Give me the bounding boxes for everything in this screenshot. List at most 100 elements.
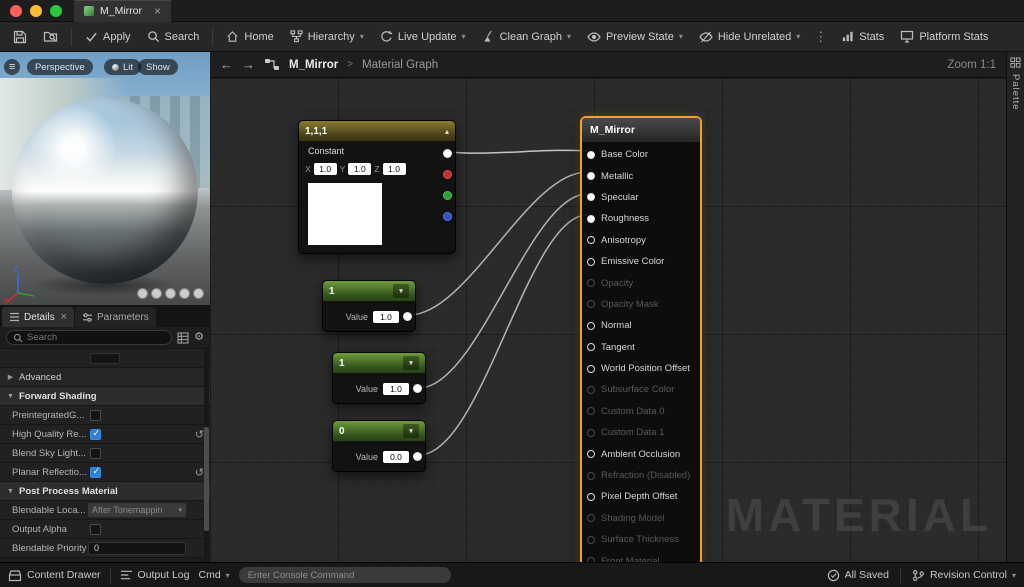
material-input-pin[interactable]: Roughness xyxy=(582,208,700,229)
material-input-pin[interactable]: Front Material xyxy=(582,550,700,562)
chevron-down-icon[interactable]: ▾ xyxy=(403,356,419,370)
property-row-clipped[interactable] xyxy=(0,349,210,368)
pin-icon[interactable] xyxy=(587,450,595,459)
node-header[interactable]: 1 ▾ xyxy=(333,353,425,373)
section-forward-shading[interactable]: ▼ Forward Shading xyxy=(0,387,210,406)
close-details-tab-icon[interactable]: × xyxy=(61,311,67,323)
browse-to-asset-button[interactable] xyxy=(36,25,65,49)
pin-icon[interactable] xyxy=(587,492,595,501)
chevron-down-icon[interactable]: ▾ xyxy=(403,424,419,438)
material-input-pin[interactable]: Subsurface Color xyxy=(582,379,700,400)
clipped-value-field[interactable] xyxy=(90,352,120,364)
material-input-pin[interactable]: Opacity xyxy=(582,272,700,293)
material-input-pin[interactable]: Normal xyxy=(582,315,700,336)
live-update-button[interactable]: Live Update ▾ xyxy=(373,25,473,49)
home-button[interactable]: Home xyxy=(219,25,280,49)
output-log-button[interactable]: Output Log xyxy=(120,569,190,581)
material-input-pin[interactable]: Surface Thickness xyxy=(582,529,700,550)
node-constant-metallic[interactable]: 1 ▾ Value 1.0 xyxy=(322,280,416,332)
pin-icon[interactable] xyxy=(587,535,595,544)
tab-parameters[interactable]: Parameters xyxy=(75,307,156,327)
tab-close-icon[interactable]: × xyxy=(154,5,161,17)
preview-shape-mesh-icon[interactable] xyxy=(193,288,204,299)
tab-details[interactable]: Details × xyxy=(2,307,75,327)
hierarchy-button[interactable]: Hierarchy ▾ xyxy=(283,25,371,49)
window-close-button[interactable] xyxy=(10,4,22,17)
preview-shape-sphere-icon[interactable] xyxy=(151,288,162,299)
back-arrow-icon[interactable]: ← xyxy=(220,57,233,72)
node-header[interactable]: 0 ▾ xyxy=(333,421,425,441)
perspective-button[interactable]: Perspective xyxy=(27,59,93,75)
blendable-priority-input[interactable]: 0 xyxy=(88,541,186,555)
property-row-blendable-priority[interactable]: Blendable Priority 0 xyxy=(0,539,210,558)
details-scrollbar[interactable] xyxy=(204,349,209,562)
pin-icon[interactable] xyxy=(587,236,595,245)
material-input-pin[interactable]: Anisotropy xyxy=(582,230,700,251)
material-input-pin[interactable]: Refraction (Disabled) xyxy=(582,465,700,486)
output-pin[interactable] xyxy=(413,384,422,393)
output-pin-g[interactable] xyxy=(443,191,452,200)
material-input-pin[interactable]: World Position Offset xyxy=(582,358,700,379)
pin-icon[interactable] xyxy=(587,407,595,416)
details-search-input[interactable] xyxy=(27,332,166,343)
output-pin[interactable] xyxy=(413,452,422,461)
cmd-dropdown[interactable]: Cmd ▾ xyxy=(199,569,230,581)
material-input-pin[interactable]: Tangent xyxy=(582,337,700,358)
output-pin[interactable] xyxy=(403,312,412,321)
material-input-pin[interactable]: Ambient Occlusion xyxy=(582,443,700,464)
forward-arrow-icon[interactable]: → xyxy=(242,57,255,72)
output-alpha-checkbox[interactable] xyxy=(90,523,101,535)
scrollbar-thumb[interactable] xyxy=(204,427,209,531)
material-input-pin[interactable]: Custom Data 1 xyxy=(582,422,700,443)
pin-icon[interactable] xyxy=(587,193,595,202)
pin-icon[interactable] xyxy=(587,172,595,181)
node-header[interactable]: 1,1,1 ▴ xyxy=(299,121,455,141)
more-options-icon[interactable]: ⋮ xyxy=(809,29,832,45)
section-advanced[interactable]: ▶ Advanced xyxy=(0,368,210,387)
property-checkbox[interactable] xyxy=(90,428,101,440)
preview-shape-plane-icon[interactable] xyxy=(179,288,190,299)
breadcrumb-root[interactable]: M_Mirror xyxy=(289,59,338,71)
pin-icon[interactable] xyxy=(587,343,595,352)
pin-icon[interactable] xyxy=(587,364,595,373)
node-constant-roughness[interactable]: 0 ▾ Value 0.0 xyxy=(332,420,426,472)
pin-icon[interactable] xyxy=(587,257,595,266)
property-checkbox[interactable] xyxy=(90,466,101,478)
y-value-input[interactable]: 1.0 xyxy=(348,163,372,175)
material-preview-viewport[interactable]: ≡ Perspective Lit Show Z X xyxy=(0,52,210,305)
blendable-location-dropdown[interactable]: After Tonemappin ▾ xyxy=(88,503,186,517)
pin-icon[interactable] xyxy=(587,300,595,309)
node-header[interactable]: M_Mirror xyxy=(582,118,700,142)
property-row[interactable]: Blend Sky Light... xyxy=(0,444,210,463)
x-value-input[interactable]: 1.0 xyxy=(313,163,337,175)
node-material-result[interactable]: M_Mirror Base Color Metallic Specular Ro… xyxy=(580,116,702,562)
chevron-down-icon[interactable]: ▾ xyxy=(393,284,409,298)
viewport-menu-icon[interactable]: ≡ xyxy=(4,59,21,75)
clean-graph-button[interactable]: Clean Graph ▾ xyxy=(475,25,578,49)
palette-tab-strip[interactable]: Palette xyxy=(1006,52,1024,562)
details-settings-gear-icon[interactable]: ⚙ xyxy=(194,332,204,343)
property-row[interactable]: Planar Reflectio... xyxy=(0,463,210,482)
collapse-node-icon[interactable]: ▴ xyxy=(445,127,449,136)
material-input-pin[interactable]: Opacity Mask xyxy=(582,294,700,315)
pin-icon[interactable] xyxy=(587,385,595,394)
property-checkbox[interactable] xyxy=(90,447,101,459)
material-input-pin[interactable]: Emissive Color xyxy=(582,251,700,272)
hide-unrelated-button[interactable]: Hide Unrelated ▾ xyxy=(692,25,807,49)
value-input[interactable]: 1.0 xyxy=(373,311,399,323)
material-input-pin[interactable]: Specular xyxy=(582,187,700,208)
value-input[interactable]: 1.0 xyxy=(383,383,409,395)
graph-canvas[interactable]: 1,1,1 ▴ Constant X 1.0 Y 1.0 Z 1.0 1 ▾ V… xyxy=(210,78,1006,562)
lit-mode-button[interactable]: Lit xyxy=(104,59,142,75)
revision-control-button[interactable]: Revision Control ▾ xyxy=(912,569,1016,582)
breadcrumb-current[interactable]: Material Graph xyxy=(362,59,438,71)
tab-m-mirror[interactable]: M_Mirror × xyxy=(74,0,172,22)
output-pin-b[interactable] xyxy=(443,212,452,221)
property-row[interactable]: High Quality Re... xyxy=(0,425,210,444)
save-button[interactable] xyxy=(6,25,34,49)
pin-icon[interactable] xyxy=(587,279,595,288)
window-minimize-button[interactable] xyxy=(30,4,42,17)
output-pin-rgb[interactable] xyxy=(443,149,452,158)
value-input[interactable]: 0.0 xyxy=(383,451,409,463)
console-command-field[interactable] xyxy=(238,567,451,583)
